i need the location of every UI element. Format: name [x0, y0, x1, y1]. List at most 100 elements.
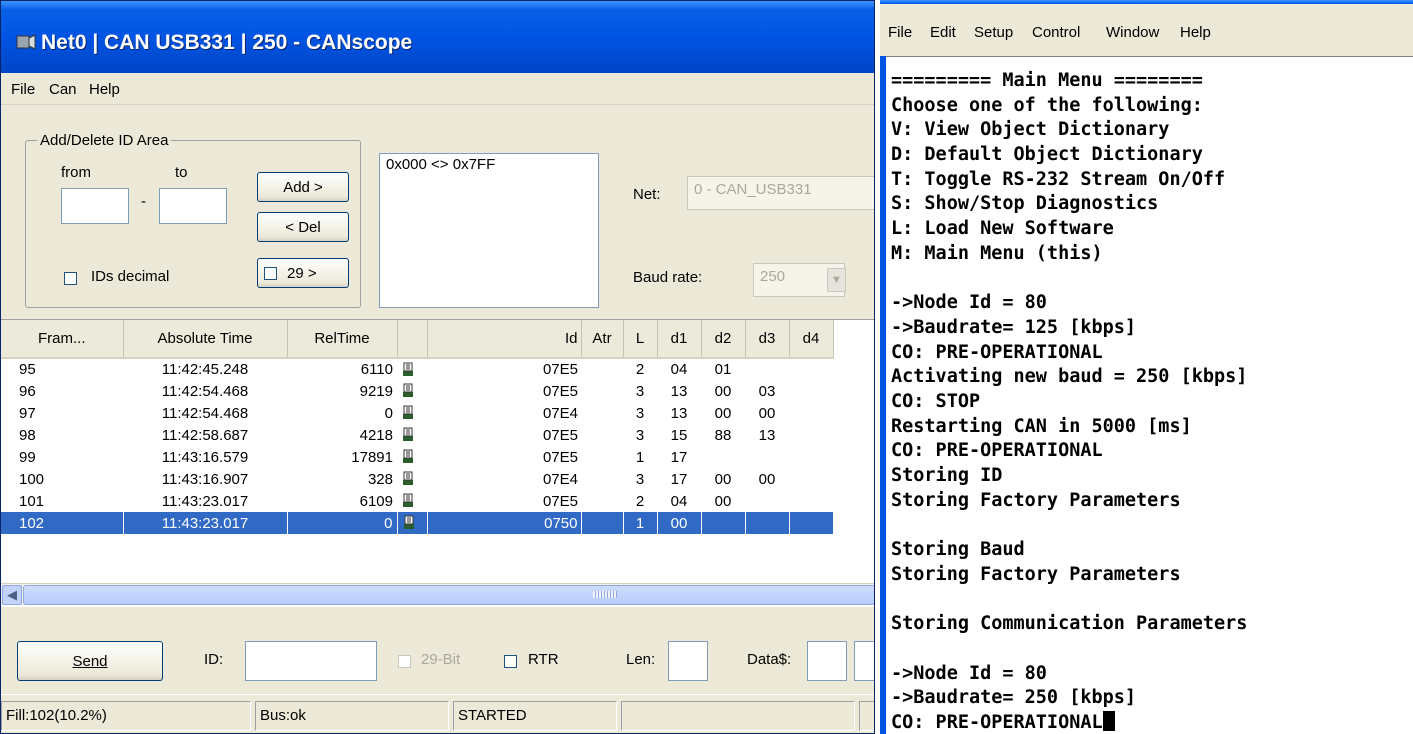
bit29-checkbox[interactable]	[264, 266, 277, 280]
menu-file[interactable]: File	[11, 81, 35, 98]
frame-cell: 101	[19, 492, 45, 510]
terminal-line-text: L: Load New Software	[891, 218, 1114, 240]
absolute-time-cell: 11:42:54.468	[161, 404, 249, 422]
terminal-output[interactable]: ========= Main Menu ======== Choose one o…	[886, 56, 1413, 734]
status-grip	[859, 701, 874, 731]
col-absolute-time[interactable]: Absolute Time	[123, 320, 288, 359]
from-input[interactable]	[61, 188, 129, 224]
send-id-input[interactable]	[245, 641, 377, 681]
table-row[interactable]: 98 11:42:58.687 4218 07E5 3 15 88 13	[1, 424, 833, 446]
term-menu-window[interactable]: Window	[1106, 24, 1159, 41]
col-d2[interactable]: d2	[701, 320, 746, 359]
frames-table: Fram... Absolute Time RelTime Id Atr L d…	[1, 319, 874, 607]
id-cell: 07E5	[542, 448, 578, 466]
terminal-line: L: Load New Software	[891, 217, 1413, 242]
direction-cell	[397, 380, 427, 402]
terminal-line: CO: PRE-OPERATIONAL	[891, 710, 1413, 734]
id-cell: 07E5	[542, 426, 578, 444]
d4-cell	[789, 358, 833, 380]
table-row[interactable]: 100 11:43:16.907 328 07E4 3 17 00 00	[1, 468, 833, 490]
del-button[interactable]: < Del	[257, 212, 349, 242]
to-input[interactable]	[159, 188, 227, 224]
table-row[interactable]: 102 11:43:23.017 0 0750 1 00	[1, 512, 834, 534]
table-row[interactable]: 96 11:42:54.468 9219 07E5 3 13 00 03	[1, 380, 833, 402]
frame-cell: 98	[19, 426, 36, 444]
term-menu-file[interactable]: File	[888, 24, 912, 41]
col-len[interactable]: L	[623, 320, 658, 359]
terminal-line-text: Storing Baud	[891, 539, 1025, 561]
bit29-send-label: 29-Bit	[421, 651, 461, 668]
col-atr[interactable]: Atr	[581, 320, 624, 359]
frame-cell: 96	[19, 382, 36, 400]
range-dash: -	[141, 193, 146, 210]
list-item[interactable]: 0x000 <> 0x7FF	[386, 156, 592, 173]
col-d3[interactable]: d3	[745, 320, 790, 359]
terminal-line-text: Storing Factory Parameters	[891, 489, 1181, 511]
term-menu-help[interactable]: Help	[1180, 24, 1211, 41]
terminal-line: CO: PRE-OPERATIONAL	[891, 439, 1413, 464]
text-cursor-icon	[1102, 710, 1115, 731]
len-input[interactable]	[668, 641, 708, 681]
data-input-2[interactable]	[854, 641, 874, 681]
col-id[interactable]: Id	[427, 320, 582, 359]
table-row[interactable]: 95 11:42:45.248 6110 07E5 2 04 01	[1, 358, 833, 380]
send-button[interactable]: Send	[17, 641, 163, 681]
d2-cell: 88	[714, 426, 732, 444]
atr-cell	[581, 468, 623, 490]
len-cell: 3	[635, 404, 645, 422]
terminal-line: M: Main Menu (this)	[891, 242, 1413, 267]
terminal-line: Storing Communication Parameters	[891, 612, 1413, 637]
absolute-time-cell: 11:43:23.017	[161, 492, 249, 510]
title-bar[interactable]: Net0 | CAN USB331 | 250 - CANscope	[1, 1, 874, 73]
menu-can[interactable]: Can	[49, 81, 77, 98]
bit29-toggle-button[interactable]: 29 >	[257, 258, 349, 288]
col-direction[interactable]	[397, 320, 428, 359]
scroll-left-icon[interactable]: ◀	[2, 585, 22, 605]
col-d4[interactable]: d4	[789, 320, 834, 359]
rtr-label: RTR	[528, 651, 559, 668]
add-button[interactable]: Add >	[257, 172, 349, 202]
absolute-time-cell: 11:42:45.248	[161, 361, 249, 378]
direction-cell	[397, 512, 428, 534]
table-row[interactable]: 101 11:43:23.017 6109 07E5 2 04 00	[1, 490, 833, 512]
table-row[interactable]: 97 11:42:54.468 0 07E4 3 13 00 00	[1, 402, 833, 424]
menu-help[interactable]: Help	[89, 81, 120, 98]
d1-cell: 13	[670, 382, 688, 400]
terminal-line-text: ->Node Id = 80	[891, 662, 1047, 684]
terminal-line: CO: STOP	[891, 390, 1413, 415]
id-range-list[interactable]: 0x000 <> 0x7FF	[379, 153, 599, 308]
scroll-grip-icon	[593, 591, 617, 598]
col-frame[interactable]: Fram...	[1, 320, 124, 359]
rtr-checkbox[interactable]	[504, 655, 517, 668]
term-menu-control[interactable]: Control	[1032, 24, 1080, 41]
id-area-legend: Add/Delete ID Area	[37, 132, 172, 149]
rx-frame-icon	[403, 515, 414, 529]
rx-frame-icon	[403, 449, 413, 463]
terminal-line: ========= Main Menu ========	[891, 69, 1413, 94]
table-row[interactable]: 99 11:43:16.579 17891 07E5 1 17	[1, 446, 833, 468]
terminal-line-text: D: Default Object Dictionary	[891, 144, 1203, 166]
terminal-line-text: ->Baudrate= 125 [kbps]	[891, 316, 1137, 338]
chevron-down-icon[interactable]: ▼	[827, 268, 846, 292]
col-d1[interactable]: d1	[657, 320, 702, 359]
d4-cell	[789, 424, 833, 446]
status-fill: Fill:102(10.2%)	[1, 701, 251, 731]
term-menu-edit[interactable]: Edit	[930, 24, 956, 41]
ids-decimal-checkbox[interactable]	[64, 272, 77, 285]
horizontal-scrollbar[interactable]: ◀	[1, 583, 874, 605]
scroll-thumb[interactable]	[23, 585, 874, 605]
bit29-send-checkbox[interactable]	[398, 655, 411, 668]
from-label: from	[61, 164, 91, 181]
frame-cell: 102	[1, 512, 124, 534]
term-menu-setup[interactable]: Setup	[974, 24, 1013, 41]
app-icon	[16, 34, 36, 50]
terminal-line: Storing Factory Parameters	[891, 489, 1413, 514]
terminal-line: Activating new baud = 250 [kbps]	[891, 365, 1413, 390]
frame-cell: 97	[19, 404, 36, 422]
data-input-1[interactable]	[807, 641, 847, 681]
terminal-line: Choose one of the following:	[891, 94, 1413, 119]
col-reltime[interactable]: RelTime	[287, 320, 398, 359]
absolute-time-cell: 11:43:16.907	[161, 470, 249, 488]
terminal-line-text: T: Toggle RS-232 Stream On/Off	[891, 168, 1226, 190]
